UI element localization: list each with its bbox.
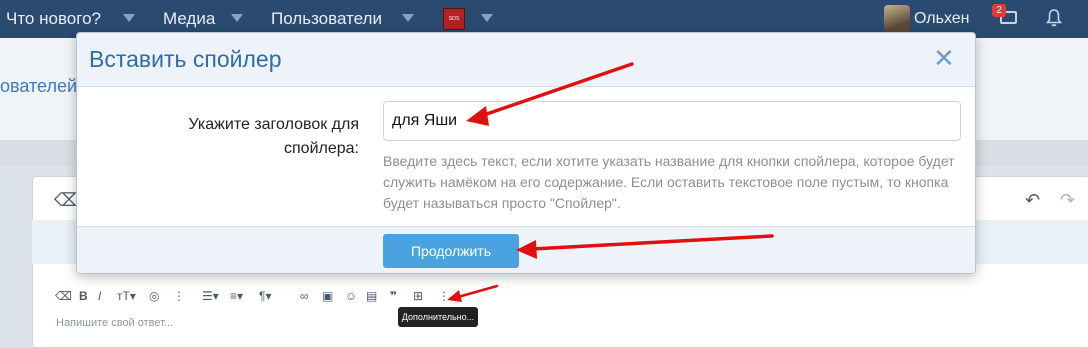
dialog-title: Вставить спойлер — [89, 46, 282, 72]
reply-placeholder[interactable]: Напишите свой ответ... — [56, 317, 173, 329]
tooltip: Дополнительно... — [398, 307, 478, 327]
align-icon[interactable]: ≡▾ — [230, 289, 243, 303]
nav-image-thumbnail[interactable]: SOS — [443, 8, 465, 30]
link-icon[interactable]: ∞ — [300, 289, 309, 303]
more-icon[interactable]: ⋮ — [438, 289, 450, 303]
media-icon[interactable]: ▤ — [366, 289, 377, 303]
chevron-down-icon[interactable] — [481, 14, 493, 22]
dialog-footer: Продолжить — [77, 226, 975, 273]
more-options-icon[interactable]: ⋮ — [173, 289, 185, 303]
bold-icon[interactable]: B — [79, 289, 88, 303]
avatar[interactable] — [884, 5, 910, 33]
list-icon[interactable]: ☰▾ — [202, 289, 219, 303]
inbox-badge: 2 — [992, 4, 1006, 17]
undo-icon[interactable]: ↶ — [1025, 190, 1040, 211]
chevron-down-icon[interactable] — [231, 14, 243, 22]
bell-icon[interactable] — [1046, 9, 1062, 27]
redo-icon[interactable]: ↷ — [1060, 190, 1075, 211]
image-icon[interactable]: ▣ — [322, 289, 333, 303]
close-icon[interactable]: ✕ — [933, 43, 955, 74]
spoiler-title-input[interactable] — [383, 101, 961, 141]
spoiler-title-label: Укажите заголовок для спойлера: — [188, 116, 359, 157]
chevron-down-icon[interactable] — [123, 14, 135, 22]
dialog-header: Вставить спойлер ✕ — [77, 33, 975, 87]
clear-format-icon[interactable]: ⌫ — [55, 289, 72, 303]
italic-icon[interactable]: I — [98, 289, 101, 303]
paragraph-icon[interactable]: ¶▾ — [259, 289, 271, 303]
font-size-icon[interactable]: тТ▾ — [117, 289, 136, 303]
continue-button[interactable]: Продолжить — [383, 234, 519, 268]
insert-spoiler-dialog: Вставить спойлер ✕ Укажите заголовок для… — [76, 32, 976, 274]
chevron-down-icon[interactable] — [402, 14, 414, 22]
palette-icon[interactable]: ◎ — [149, 289, 159, 303]
quote-icon[interactable]: ❞ — [390, 289, 397, 303]
breadcrumb-partial[interactable]: ователей — [0, 76, 77, 97]
smiley-icon[interactable]: ☺ — [345, 289, 357, 303]
field-hint: Введите здесь текст, если хотите указать… — [383, 153, 955, 211]
table-icon[interactable]: ⊞ — [413, 289, 423, 303]
